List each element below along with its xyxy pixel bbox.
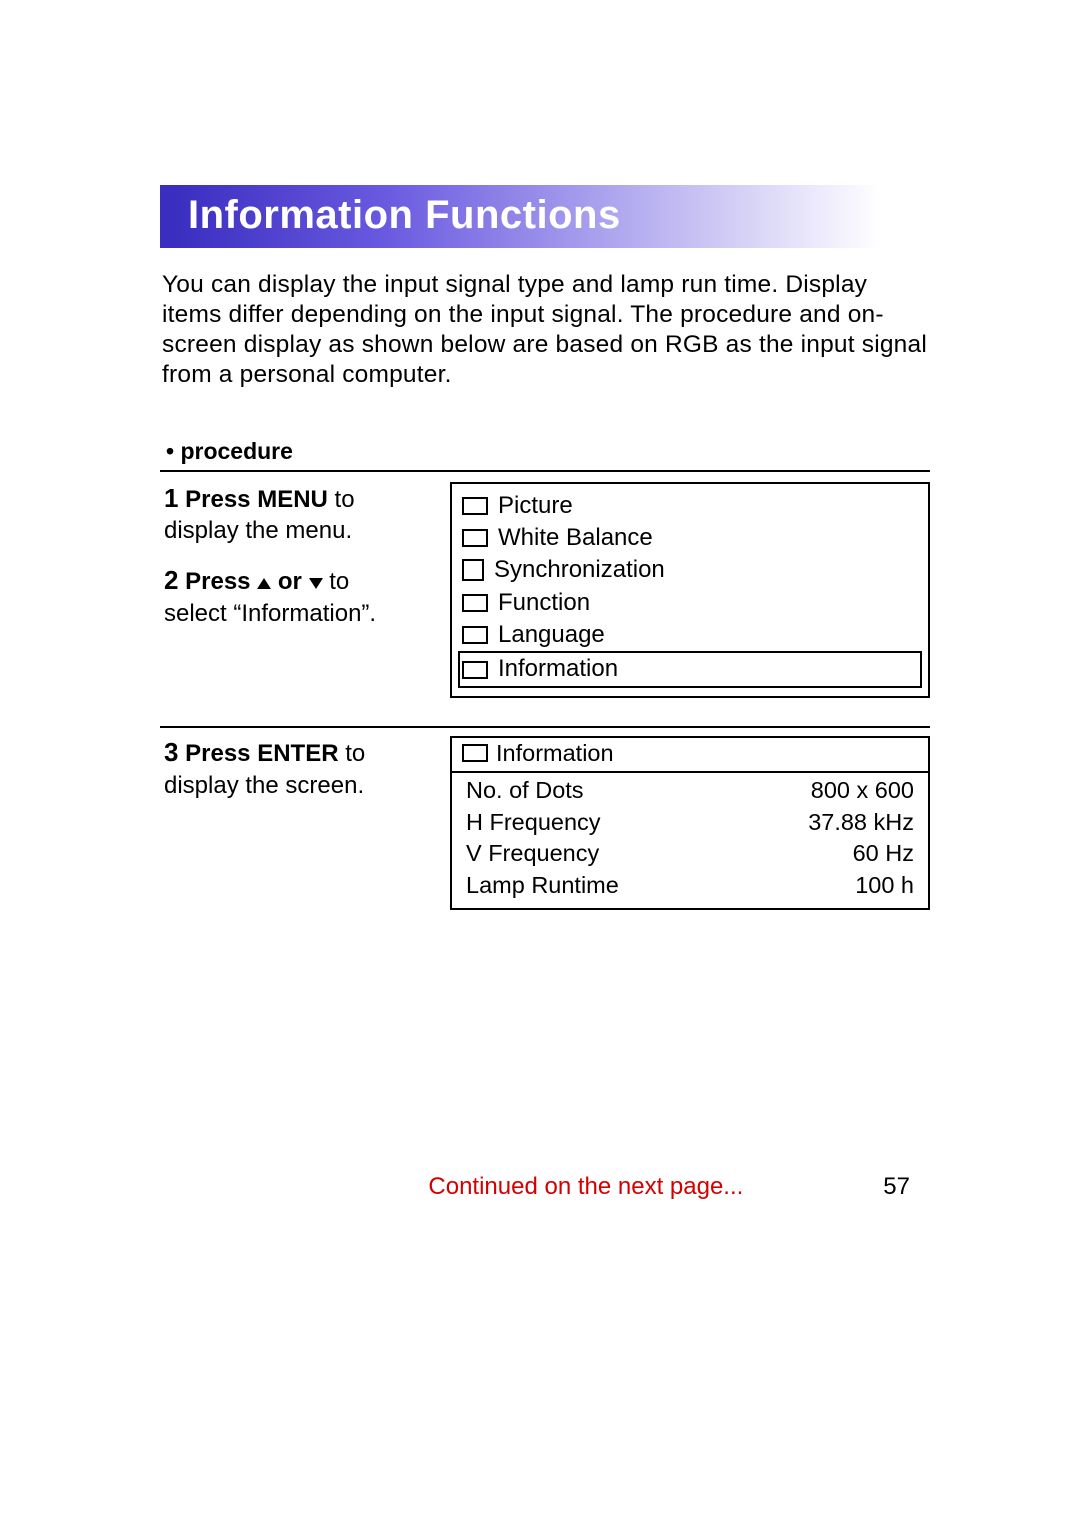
step-bold-2: or bbox=[271, 568, 308, 595]
page-content: Information Functions You can display th… bbox=[0, 0, 1080, 910]
step-row-1-2: 1 Press MENU to display the menu. 2 Pres… bbox=[160, 482, 930, 698]
square-icon bbox=[462, 559, 484, 581]
rect-icon bbox=[462, 529, 488, 547]
rect-icon bbox=[462, 594, 488, 612]
menu-item-label: Picture bbox=[498, 490, 573, 522]
menu-item-function: Function bbox=[462, 587, 918, 619]
info-body: No. of Dots 800 x 600 H Frequency 37.88 … bbox=[452, 773, 928, 908]
arrow-up-icon bbox=[257, 578, 271, 589]
menu-item-label: Synchronization bbox=[494, 554, 665, 586]
page-number: 57 bbox=[883, 1173, 910, 1201]
info-row: Lamp Runtime 100 h bbox=[466, 870, 914, 902]
menu-item-label: White Balance bbox=[498, 522, 653, 554]
info-head: Information bbox=[452, 738, 928, 773]
info-value: 800 x 600 bbox=[774, 775, 914, 807]
info-title: Information bbox=[496, 740, 614, 767]
menu-item-label: Function bbox=[498, 587, 590, 619]
osd-menu-box: Picture White Balance Synchronization Fu… bbox=[450, 482, 930, 698]
step-bold: Press bbox=[185, 568, 257, 595]
step-text: to bbox=[323, 568, 350, 595]
intro-paragraph: You can display the input signal type an… bbox=[160, 270, 930, 390]
step-text-2: display the menu. bbox=[164, 517, 352, 544]
osd-info-box: Information No. of Dots 800 x 600 H Freq… bbox=[450, 736, 930, 910]
menu-item-label: Information bbox=[498, 653, 618, 685]
section-heading: Information Functions bbox=[174, 185, 881, 248]
divider bbox=[160, 470, 930, 472]
step-text-2: select “Information”. bbox=[164, 600, 376, 627]
info-value: 100 h bbox=[774, 870, 914, 902]
page-footer: Continued on the next page... 57 bbox=[150, 1173, 910, 1201]
info-value: 37.88 kHz bbox=[774, 807, 914, 839]
step-number: 3 bbox=[164, 737, 178, 767]
menu-item-language: Language bbox=[462, 619, 918, 651]
rect-icon bbox=[462, 497, 488, 515]
step-2: 2 Press or to select “Information”. bbox=[164, 564, 444, 629]
info-row: V Frequency 60 Hz bbox=[466, 838, 914, 870]
info-label: Lamp Runtime bbox=[466, 870, 619, 902]
rect-icon bbox=[462, 661, 488, 679]
info-label: H Frequency bbox=[466, 807, 601, 839]
step-number: 1 bbox=[164, 483, 178, 513]
info-value: 60 Hz bbox=[774, 838, 914, 870]
info-label: No. of Dots bbox=[466, 775, 584, 807]
menu-item-picture: Picture bbox=[462, 490, 918, 522]
menu-item-information: Information bbox=[458, 651, 922, 687]
menu-item-label: Language bbox=[498, 619, 605, 651]
step-text: to bbox=[339, 740, 366, 767]
steps-left-col: 3 Press ENTER to display the screen. bbox=[160, 736, 444, 819]
step-number: 2 bbox=[164, 565, 178, 595]
step-1: 1 Press MENU to display the menu. bbox=[164, 482, 444, 547]
info-row: No. of Dots 800 x 600 bbox=[466, 775, 914, 807]
divider bbox=[160, 726, 930, 728]
menu-item-synchronization: Synchronization bbox=[462, 554, 918, 586]
step-row-3: 3 Press ENTER to display the screen. Inf… bbox=[160, 736, 930, 910]
arrow-down-icon bbox=[309, 578, 323, 589]
step-bold: Press ENTER bbox=[185, 740, 338, 767]
continued-text: Continued on the next page... bbox=[428, 1173, 743, 1201]
info-row: H Frequency 37.88 kHz bbox=[466, 807, 914, 839]
rect-icon bbox=[462, 626, 488, 644]
procedure-label: • procedure bbox=[160, 438, 930, 465]
step-bold: Press MENU bbox=[185, 486, 328, 513]
rect-icon bbox=[462, 744, 488, 762]
steps-left-col: 1 Press MENU to display the menu. 2 Pres… bbox=[160, 482, 444, 648]
heading-stripe bbox=[160, 185, 174, 248]
heading-bar: Information Functions bbox=[160, 185, 930, 248]
menu-item-white-balance: White Balance bbox=[462, 522, 918, 554]
step-text-2: display the screen. bbox=[164, 772, 364, 799]
step-3: 3 Press ENTER to display the screen. bbox=[164, 736, 444, 801]
info-label: V Frequency bbox=[466, 838, 599, 870]
step-text: to bbox=[328, 486, 355, 513]
